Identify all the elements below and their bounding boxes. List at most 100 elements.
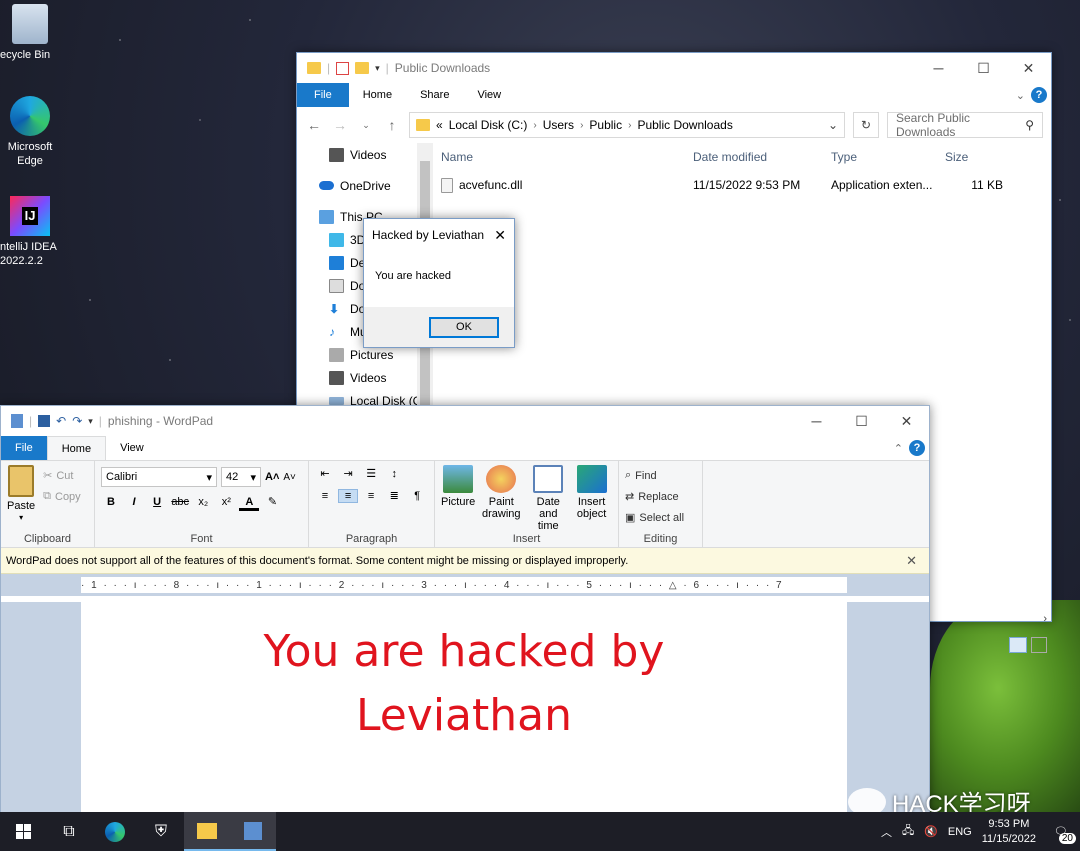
column-type[interactable]: Type bbox=[823, 150, 937, 164]
forward-button[interactable]: → bbox=[331, 117, 349, 133]
column-name[interactable]: Name bbox=[433, 150, 685, 164]
breadcrumb-item[interactable]: Local Disk (C:) bbox=[449, 118, 528, 132]
taskbar-file-explorer[interactable] bbox=[184, 812, 230, 851]
chevron-up-icon[interactable]: ︿ bbox=[881, 824, 892, 840]
superscript-button[interactable]: x² bbox=[216, 496, 236, 508]
table-row[interactable]: acvefunc.dll 11/15/2022 9:53 PM Applicat… bbox=[433, 171, 1051, 199]
help-icon[interactable]: ? bbox=[1031, 87, 1047, 103]
expand-ribbon-icon[interactable]: ⌄ bbox=[1016, 89, 1025, 102]
align-right-button[interactable]: ≡ bbox=[361, 490, 381, 502]
clock[interactable]: 9:53 PM 11/15/2022 bbox=[982, 817, 1036, 847]
task-view-button[interactable]: ⧉ bbox=[46, 812, 92, 851]
align-left-button[interactable]: ≡ bbox=[315, 490, 335, 502]
minimize-button[interactable]: ─ bbox=[794, 406, 839, 436]
scroll-right-icon[interactable]: › bbox=[1043, 613, 1047, 625]
tab-home[interactable]: Home bbox=[46, 436, 107, 460]
find-button[interactable]: ⌕ Find bbox=[625, 465, 696, 486]
desktop-icon-edge[interactable]: Microsoft Edge bbox=[0, 96, 60, 168]
close-button[interactable]: ✕ bbox=[1006, 53, 1051, 83]
start-button[interactable] bbox=[0, 812, 46, 851]
taskbar-security[interactable]: ⛨ bbox=[138, 812, 184, 851]
address-bar[interactable]: « Local Disk (C:) › Users › Public › Pub… bbox=[409, 112, 845, 138]
up-button[interactable]: ↑ bbox=[383, 117, 401, 133]
font-size-select[interactable]: 42 ▾ bbox=[221, 467, 261, 487]
align-center-button[interactable]: ≡ bbox=[338, 489, 359, 503]
desktop-icon-recycle-bin[interactable]: ecycle Bin bbox=[0, 4, 60, 62]
wordpad-app-icon[interactable] bbox=[11, 414, 23, 428]
close-button[interactable]: ✕ bbox=[884, 406, 929, 436]
tab-home[interactable]: Home bbox=[349, 83, 406, 107]
redo-icon[interactable]: ↷ bbox=[72, 414, 82, 428]
tab-view[interactable]: View bbox=[463, 83, 515, 107]
search-input[interactable]: Search Public Downloads ⚲ bbox=[887, 111, 1043, 139]
ruler[interactable]: · 1 · · · ı · · · 8 · · · ı · · · 1 · · … bbox=[81, 577, 847, 593]
strikethrough-button[interactable]: abc bbox=[170, 496, 190, 508]
large-icons-view-icon[interactable] bbox=[1031, 637, 1047, 653]
minimize-button[interactable]: ─ bbox=[916, 53, 961, 83]
underline-button[interactable]: U bbox=[147, 496, 167, 508]
picture-button[interactable]: Picture bbox=[441, 465, 475, 508]
chevron-right-icon[interactable]: › bbox=[533, 120, 536, 131]
italic-button[interactable]: I bbox=[124, 496, 144, 508]
paint-drawing-button[interactable]: Paint drawing bbox=[481, 465, 521, 520]
maximize-button[interactable]: ☐ bbox=[839, 406, 884, 436]
breadcrumb-overflow[interactable]: « bbox=[436, 118, 443, 132]
maximize-button[interactable]: ☐ bbox=[961, 53, 1006, 83]
address-dropdown-icon[interactable]: ⌄ bbox=[828, 118, 838, 132]
action-center-button[interactable]: 🗨 20 bbox=[1046, 817, 1076, 847]
collapse-ribbon-icon[interactable]: ⌃ bbox=[894, 442, 903, 455]
nav-item-onedrive[interactable]: OneDrive bbox=[297, 174, 433, 197]
undo-icon[interactable]: ↶ bbox=[56, 414, 66, 428]
breadcrumb-item[interactable]: Public bbox=[589, 118, 622, 132]
subscript-button[interactable]: x₂ bbox=[193, 496, 213, 508]
breadcrumb-item[interactable]: Public Downloads bbox=[637, 118, 732, 132]
taskbar-edge[interactable] bbox=[92, 812, 138, 851]
customize-quick-access-icon[interactable]: ▾ bbox=[375, 63, 380, 74]
column-size[interactable]: Size bbox=[937, 150, 1007, 164]
breadcrumb-item[interactable]: Users bbox=[543, 118, 574, 132]
column-date-modified[interactable]: Date modified bbox=[685, 150, 823, 164]
chevron-right-icon[interactable]: › bbox=[628, 120, 631, 131]
justify-button[interactable]: ≣ bbox=[384, 489, 404, 502]
grow-font-icon[interactable]: A˄ bbox=[265, 471, 279, 483]
details-view-icon[interactable] bbox=[1009, 637, 1027, 653]
highlight-button[interactable]: ✎ bbox=[262, 495, 282, 508]
date-time-button[interactable]: Date and time bbox=[527, 465, 569, 532]
select-all-button[interactable]: ▣ Select all bbox=[625, 507, 696, 528]
replace-button[interactable]: ⇄ Replace bbox=[625, 486, 696, 507]
new-folder-icon[interactable] bbox=[355, 62, 370, 74]
insert-object-button[interactable]: Insert object bbox=[575, 465, 608, 520]
line-spacing-button[interactable]: ↕ bbox=[384, 468, 404, 480]
shrink-font-icon[interactable]: A˅ bbox=[283, 472, 296, 483]
decrease-indent-button[interactable]: ⇤ bbox=[315, 467, 335, 480]
properties-icon[interactable] bbox=[336, 61, 350, 75]
font-color-button[interactable]: A bbox=[239, 496, 260, 511]
copy-button[interactable]: ⧉ Copy bbox=[43, 486, 81, 507]
language-indicator[interactable]: ENG bbox=[948, 826, 972, 838]
nav-item-videos-pc[interactable]: Videos bbox=[297, 366, 433, 389]
ok-button[interactable]: OK bbox=[429, 316, 499, 338]
tab-file[interactable]: File bbox=[1, 436, 47, 460]
customize-quick-access-icon[interactable]: ▾ bbox=[88, 416, 93, 427]
close-notice-icon[interactable]: ✕ bbox=[906, 553, 917, 569]
cut-button[interactable]: ✂ Cut bbox=[43, 465, 81, 486]
document-page[interactable]: You are hacked by Leviathan bbox=[81, 602, 847, 822]
taskbar-wordpad[interactable] bbox=[230, 812, 276, 851]
tab-view[interactable]: View bbox=[106, 436, 158, 460]
font-family-select[interactable]: Calibri ▾ bbox=[101, 467, 217, 487]
back-button[interactable]: ← bbox=[305, 117, 323, 133]
save-icon[interactable] bbox=[38, 415, 51, 427]
chevron-right-icon[interactable]: › bbox=[580, 120, 583, 131]
nav-item-videos[interactable]: Videos bbox=[297, 143, 433, 166]
desktop-icon-intellij[interactable]: IJ ntelliJ IDEA 2022.2.2 bbox=[0, 196, 60, 268]
refresh-button[interactable]: ↻ bbox=[853, 112, 879, 138]
tab-file[interactable]: File bbox=[297, 83, 349, 107]
volume-muted-icon[interactable]: 🔇 bbox=[924, 825, 938, 838]
bold-button[interactable]: B bbox=[101, 496, 121, 508]
help-icon[interactable]: ? bbox=[909, 440, 925, 456]
recent-locations-button[interactable]: ⌄ bbox=[357, 120, 375, 131]
increase-indent-button[interactable]: ⇥ bbox=[338, 467, 358, 480]
tab-share[interactable]: Share bbox=[406, 83, 463, 107]
paragraph-settings-button[interactable]: ¶ bbox=[407, 490, 427, 502]
network-icon[interactable]: 🖧 bbox=[902, 822, 914, 841]
